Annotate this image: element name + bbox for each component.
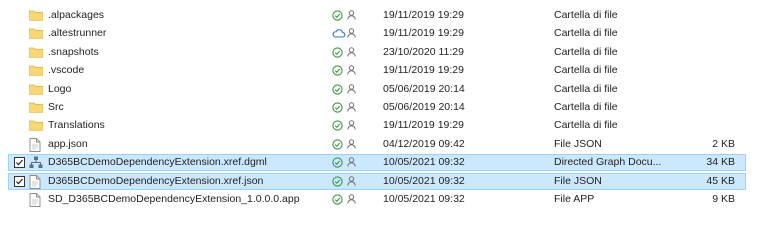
file-type: Cartella di file xyxy=(554,82,618,95)
modified-date: 23/10/2020 11:29 xyxy=(383,45,464,58)
sync-status xyxy=(332,174,358,189)
synced-check-icon xyxy=(332,65,343,81)
sync-status xyxy=(332,82,358,97)
file-type: Cartella di file xyxy=(554,119,618,132)
folder-icon xyxy=(29,26,43,42)
person-icon xyxy=(347,120,356,135)
sync-status xyxy=(332,100,358,115)
modified-date: 19/11/2019 19:29 xyxy=(383,9,464,21)
person-icon xyxy=(347,10,356,25)
person-icon xyxy=(347,175,356,191)
file-size: 34 KB xyxy=(706,156,735,169)
file-type: Cartella di file xyxy=(554,101,618,113)
file-type: File APP xyxy=(554,193,595,205)
row-checkbox[interactable] xyxy=(14,157,25,169)
synced-check-icon xyxy=(332,120,343,136)
file-type: File JSON xyxy=(554,137,602,150)
file-row[interactable]: Logo 05/06/2019 20:14 Cartella di file xyxy=(8,81,746,98)
folder-icon xyxy=(29,100,43,116)
file-row[interactable]: app.json 04/12/2019 09:42 File JSON 2 KB xyxy=(8,136,746,153)
modified-date: 04/12/2019 09:42 xyxy=(383,137,465,150)
file-type: File JSON xyxy=(554,174,602,187)
sync-status xyxy=(332,155,358,170)
file-type: Cartella di file xyxy=(554,9,618,21)
modified-date: 19/11/2019 19:29 xyxy=(383,27,464,40)
file-type: Cartella di file xyxy=(554,64,618,77)
file-list: .alpackages 19/11/2019 19:29 Cartella di … xyxy=(0,0,768,220)
file-type: Directed Graph Docu... xyxy=(554,156,662,169)
synced-check-icon xyxy=(332,157,343,173)
row-checkbox[interactable] xyxy=(14,175,25,187)
person-icon xyxy=(347,47,356,62)
file-type: Cartella di file xyxy=(554,45,618,58)
modified-date: 10/05/2021 09:32 xyxy=(383,174,465,187)
graph-file-icon xyxy=(29,155,43,171)
file-name: .snapshots xyxy=(48,45,99,58)
file-size: 45 KB xyxy=(706,174,735,187)
sync-status xyxy=(332,137,358,152)
sync-status xyxy=(332,63,358,78)
sync-status xyxy=(332,45,358,60)
folder-icon xyxy=(29,82,43,98)
file-icon xyxy=(29,137,43,153)
synced-check-icon xyxy=(332,194,343,210)
file-name: Translations xyxy=(48,119,105,132)
file-icon xyxy=(29,192,43,208)
sync-status xyxy=(332,118,358,133)
modified-date: 19/11/2019 19:29 xyxy=(383,64,464,77)
folder-icon xyxy=(29,118,43,134)
file-type: Cartella di file xyxy=(554,27,618,40)
folder-icon xyxy=(29,63,43,79)
file-row[interactable]: D365BCDemoDependencyExtension.xref.json … xyxy=(8,172,746,190)
person-icon xyxy=(347,65,356,80)
person-icon xyxy=(347,194,356,209)
file-name: .altestrunner xyxy=(48,27,107,40)
modified-date: 05/06/2019 20:14 xyxy=(383,101,465,113)
file-row[interactable]: SD_D365BCDemoDependencyExtension_1.0.0.0… xyxy=(8,191,746,208)
file-row[interactable]: .alpackages 19/11/2019 19:29 Cartella di … xyxy=(8,7,746,24)
synced-check-icon xyxy=(332,10,343,26)
person-icon xyxy=(347,157,356,172)
sync-status xyxy=(332,8,358,23)
person-icon xyxy=(347,139,356,154)
person-icon xyxy=(347,83,356,99)
person-icon xyxy=(347,102,356,117)
sync-status xyxy=(332,26,358,41)
synced-check-icon xyxy=(332,139,343,155)
file-row[interactable]: .vscode 19/11/2019 19:29 Cartella di file xyxy=(8,62,746,79)
synced-check-icon xyxy=(332,102,343,118)
synced-check-icon xyxy=(332,83,343,100)
modified-date: 19/11/2019 19:29 xyxy=(383,119,464,132)
synced-check-icon xyxy=(332,175,343,192)
file-size: 2 KB xyxy=(712,137,735,150)
modified-date: 10/05/2021 09:32 xyxy=(383,193,465,205)
file-name: app.json xyxy=(48,137,88,150)
cloud-icon xyxy=(332,28,346,43)
person-icon xyxy=(347,28,356,43)
file-row[interactable]: Src 05/06/2019 20:14 Cartella di file xyxy=(8,99,746,116)
modified-date: 10/05/2021 09:32 xyxy=(383,156,465,169)
file-size: 9 KB xyxy=(712,193,735,205)
file-name: Src xyxy=(48,101,64,113)
file-icon xyxy=(29,174,43,190)
file-name: .alpackages xyxy=(48,9,105,21)
synced-check-icon xyxy=(332,47,343,63)
file-name: D365BCDemoDependencyExtension.xref.json xyxy=(48,174,264,187)
file-row[interactable]: .altestrunner 19/11/2019 19:29 Cartella d… xyxy=(8,25,746,42)
file-row[interactable]: Translations 19/11/2019 19:29 Cartella di… xyxy=(8,117,746,134)
folder-icon xyxy=(29,8,43,24)
modified-date: 05/06/2019 20:14 xyxy=(383,82,465,95)
folder-icon xyxy=(29,45,43,61)
file-name: Logo xyxy=(48,82,72,95)
file-name: D365BCDemoDependencyExtension.xref.dgml xyxy=(48,156,267,169)
sync-status xyxy=(332,192,358,207)
file-name: .vscode xyxy=(48,64,85,77)
file-row[interactable]: D365BCDemoDependencyExtension.xref.dgml … xyxy=(8,154,746,172)
file-row[interactable]: .snapshots 23/10/2020 11:29 Cartella di f… xyxy=(8,44,746,61)
file-name: SD_D365BCDemoDependencyExtension_1.0.0.0… xyxy=(48,193,300,205)
